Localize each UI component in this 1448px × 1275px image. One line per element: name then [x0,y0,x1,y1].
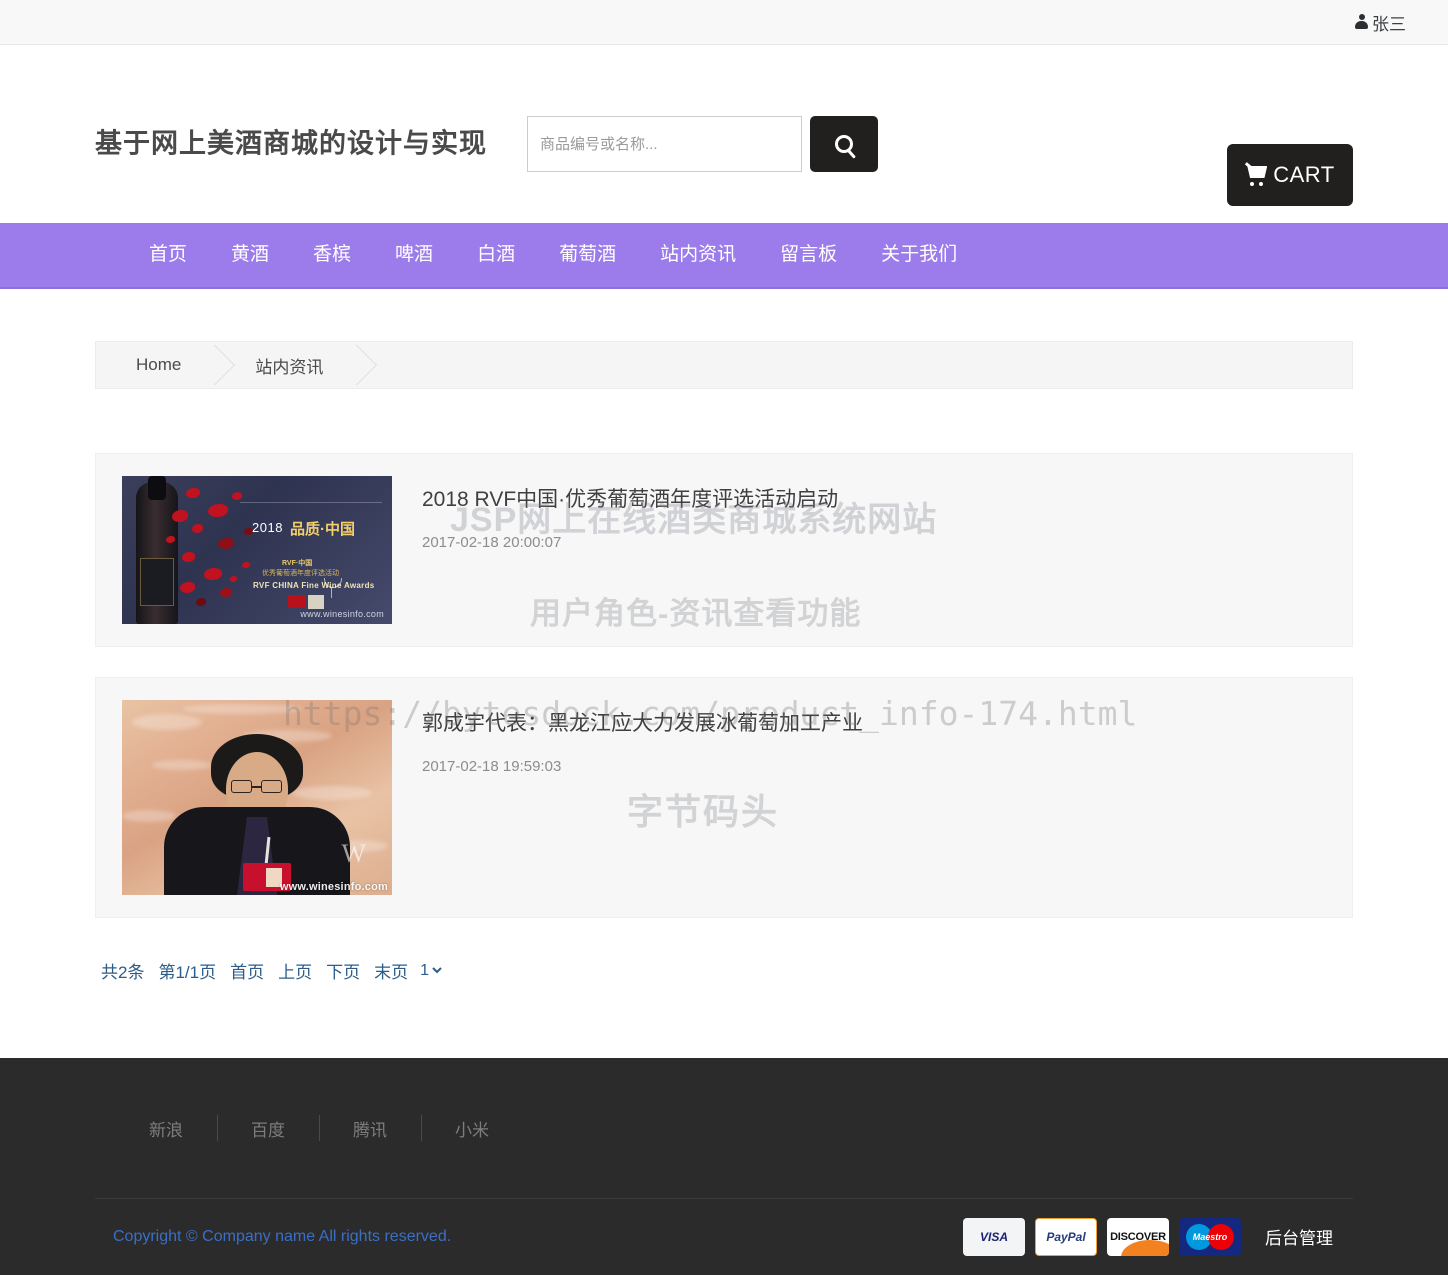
nav-item-wine[interactable]: 葡萄酒 [537,222,638,288]
news-thumbnail[interactable]: W www.winesinfo.com [122,700,392,895]
site-header: 基于网上美酒商城的设计与实现 CART [0,45,1448,223]
news-list: 2018 品质·中国 RVF·中国 优秀葡萄酒年度评选活动 RVF CHINA … [95,389,1353,918]
breadcrumb: Home 站内资讯 [95,341,1353,389]
pagination-next[interactable]: 下页 [326,958,360,983]
search-button[interactable] [810,116,878,172]
admin-panel-link[interactable]: 后台管理 [1265,1224,1333,1249]
news-body: 郭成宇代表：黑龙江应大力发展冰葡萄加工产业 2017-02-18 19:59:0… [392,700,1326,775]
poster-line1: RVF·中国 [282,558,312,568]
cart-label: CART [1273,162,1335,188]
pagination-page-select[interactable]: 1 [416,961,445,980]
copyright-text: Copyright © Company name All rights rese… [113,1228,451,1246]
footer-link-tencent[interactable]: 腾讯 [319,1116,421,1141]
nav-item-home[interactable]: 首页 [127,222,209,288]
poster-quality: 品质·中国 [290,518,355,539]
header-inner: 基于网上美酒商城的设计与实现 CART [95,45,1353,223]
news-date: 2017-02-18 19:59:03 [422,758,1326,775]
nav-inner: 首页 黄酒 香槟 啤酒 白酒 葡萄酒 站内资讯 留言板 关于我们 [95,223,1353,287]
pagination-total: 共2条 [101,958,144,983]
footer-bottom: Copyright © Company name All rights rese… [95,1198,1353,1274]
poster-year: 2018 [252,520,283,535]
poster-line2: 优秀葡萄酒年度评选活动 [262,568,339,578]
breadcrumb-item-home[interactable]: Home [96,342,215,388]
visa-icon: VISA [963,1218,1025,1256]
news-list-item[interactable]: W www.winesinfo.com 郭成宇代表：黑龙江应大力发展冰葡萄加工产… [95,677,1353,918]
username-label: 张三 [1372,10,1406,35]
photo-source: www.winesinfo.com [280,881,388,893]
pagination-last[interactable]: 末页 [374,958,408,983]
main-navigation: 首页 黄酒 香槟 啤酒 白酒 葡萄酒 站内资讯 留言板 关于我们 [0,223,1448,289]
cart-button[interactable]: CART [1227,144,1353,206]
search-icon [835,135,853,153]
news-title-link[interactable]: 郭成宇代表：黑龙江应大力发展冰葡萄加工产业 [422,710,1326,738]
payment-methods: VISA PayPal DISCOVER Maestro 后台管理 [963,1218,1333,1256]
footer-link-xiaomi[interactable]: 小米 [421,1116,523,1141]
news-date: 2017-02-18 20:00:07 [422,534,1326,551]
nav-item-beer[interactable]: 啤酒 [373,222,455,288]
footer-link-sina[interactable]: 新浪 [115,1116,217,1141]
news-body: 2018 RVF中国·优秀葡萄酒年度评选活动启动 2017-02-18 20:0… [392,476,1326,551]
maestro-icon: Maestro [1179,1218,1241,1256]
news-thumbnail-image: W www.winesinfo.com [122,700,392,895]
user-icon [1355,14,1368,30]
paypal-icon: PayPal [1035,1218,1097,1256]
nav-item-guestbook[interactable]: 留言板 [758,222,859,288]
nav-item-baijiu[interactable]: 白酒 [455,222,537,288]
pagination-first[interactable]: 首页 [230,958,264,983]
nav-item-champagne[interactable]: 香槟 [291,222,373,288]
shopping-cart-icon [1245,164,1271,186]
user-account-link[interactable]: 张三 [1355,10,1406,35]
pagination-prev[interactable]: 上页 [278,958,312,983]
search-area [527,116,878,172]
search-input[interactable] [527,116,802,172]
news-list-item[interactable]: 2018 品质·中国 RVF·中国 优秀葡萄酒年度评选活动 RVF CHINA … [95,453,1353,647]
news-title-link[interactable]: 2018 RVF中国·优秀葡萄酒年度评选活动启动 [422,486,1326,514]
top-user-bar: 张三 [0,0,1448,45]
poster-source: www.winesinfo.com [300,609,384,619]
discover-icon: DISCOVER [1107,1218,1169,1256]
photo-logo: W [341,839,366,869]
site-footer: 新浪 百度 腾讯 小米 Copyright © Company name All… [0,1058,1448,1275]
site-title: 基于网上美酒商城的设计与实现 [95,122,487,161]
nav-item-huangjiu[interactable]: 黄酒 [209,222,291,288]
news-thumbnail-image: 2018 品质·中国 RVF·中国 优秀葡萄酒年度评选活动 RVF CHINA … [122,476,392,624]
footer-links: 新浪 百度 腾讯 小米 [95,1058,1353,1198]
nav-item-about[interactable]: 关于我们 [859,222,979,288]
breadcrumb-item-news[interactable]: 站内资讯 [215,342,357,388]
footer-link-baidu[interactable]: 百度 [217,1116,319,1141]
news-thumbnail[interactable]: 2018 品质·中国 RVF·中国 优秀葡萄酒年度评选活动 RVF CHINA … [122,476,392,624]
poster-line3: RVF CHINA Fine Wine Awards [253,581,375,590]
nav-item-news[interactable]: 站内资讯 [638,222,758,288]
pagination: 共2条 第1/1页 首页 上页 下页 末页 1 [95,948,1353,983]
pagination-page-info: 第1/1页 [158,958,216,983]
breadcrumb-zone: Home 站内资讯 [95,289,1353,389]
